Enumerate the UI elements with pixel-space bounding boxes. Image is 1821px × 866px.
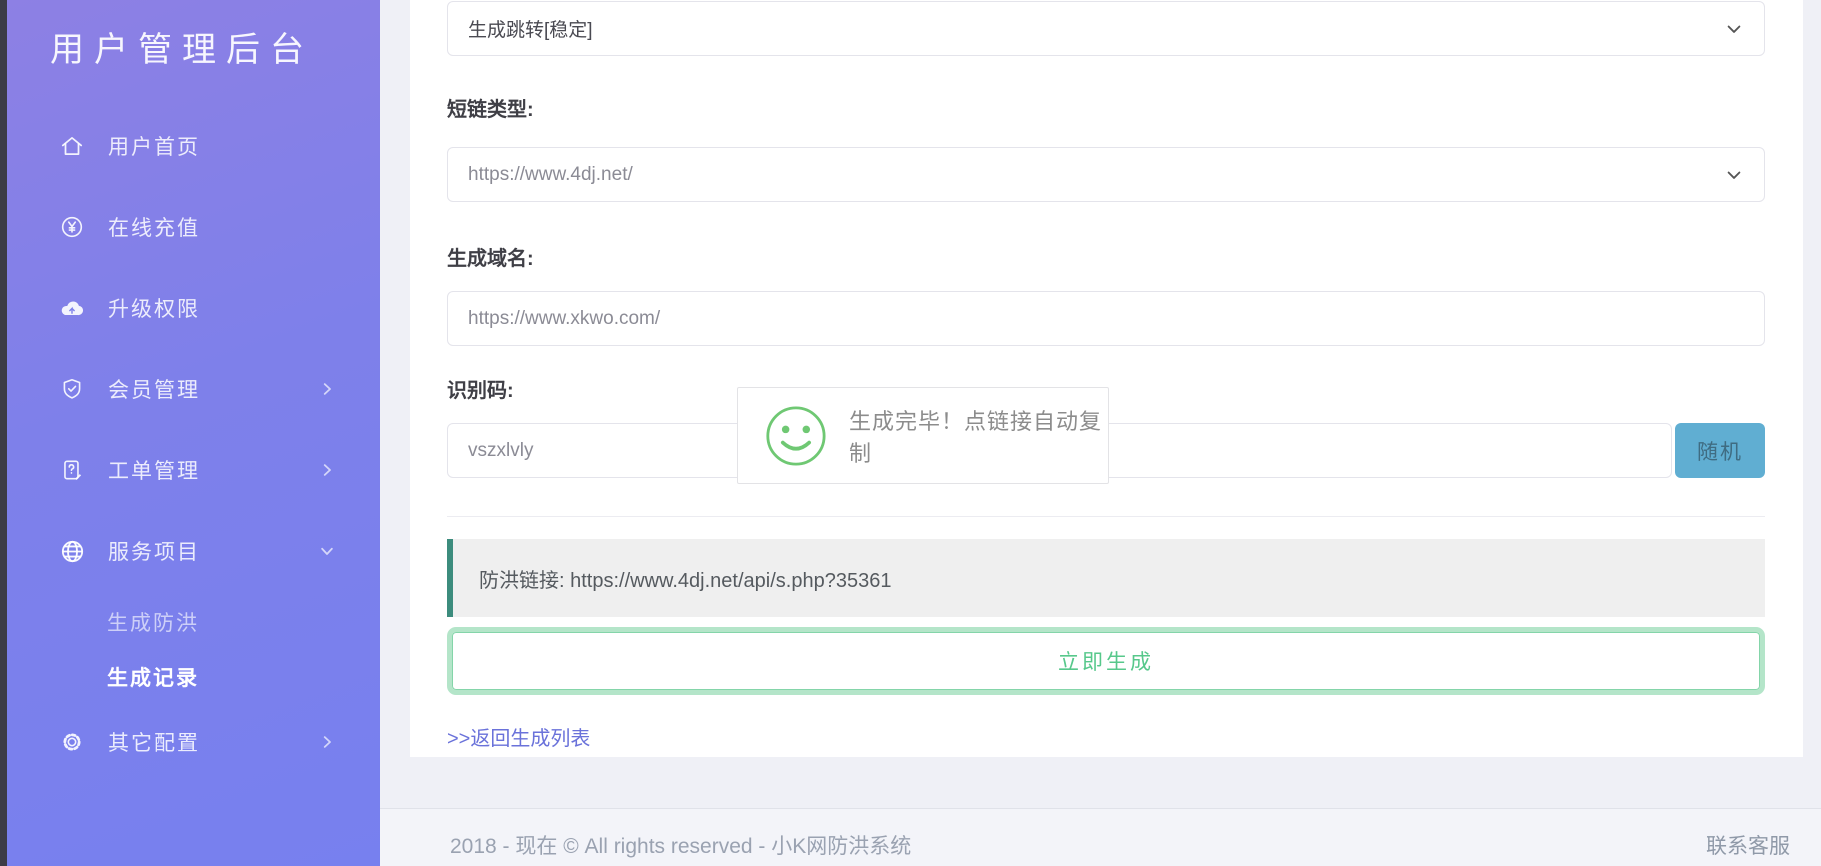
short-link-type-select[interactable]: https://www.4dj.net/ bbox=[447, 147, 1765, 202]
content-area: 生成跳转[稳定] 短链类型: https://www.4dj.net/ 生成域名… bbox=[380, 0, 1821, 808]
toast-message: 生成完毕！点链接自动复制 bbox=[848, 408, 1102, 466]
sidebar-item-upgrade[interactable]: 升级权限 bbox=[7, 284, 380, 332]
generate-mode-value: 生成跳转[稳定] bbox=[468, 20, 593, 41]
yen-circle-icon bbox=[58, 213, 86, 241]
flood-link-text[interactable]: 防洪链接: https://www.4dj.net/api/s.php?3536… bbox=[479, 564, 891, 593]
sidebar: 用户管理后台 用户首页 在线充值 升级权限 会员管理 工单管理 服务项目 生成防… bbox=[7, 0, 380, 866]
sidebar-item-other-config[interactable]: 其它配置 bbox=[7, 718, 380, 766]
random-button[interactable]: 随机 bbox=[1675, 423, 1765, 478]
gear-icon bbox=[58, 728, 86, 756]
sidebar-item-label: 服务项目 bbox=[108, 541, 200, 564]
contact-support-link[interactable]: 联系客服 bbox=[1706, 830, 1790, 866]
chevron-right-icon bbox=[318, 461, 336, 479]
sidebar-subitem-label: 生成记录 bbox=[107, 667, 199, 690]
generate-now-button[interactable]: 立即生成 bbox=[447, 627, 1765, 695]
sidebar-subitem-generate-flood[interactable]: 生成防洪 bbox=[7, 608, 380, 636]
generate-mode-select[interactable]: 生成跳转[稳定] bbox=[447, 1, 1765, 56]
back-to-list-link[interactable]: >>返回生成列表 bbox=[447, 722, 590, 751]
sidebar-item-label: 在线充值 bbox=[108, 217, 200, 240]
chevron-right-icon bbox=[318, 733, 336, 751]
sidebar-item-home[interactable]: 用户首页 bbox=[7, 122, 380, 170]
flood-link-alert[interactable]: 防洪链接: https://www.4dj.net/api/s.php?3536… bbox=[447, 539, 1765, 617]
section-divider bbox=[447, 516, 1765, 517]
sidebar-item-label: 会员管理 bbox=[108, 379, 200, 402]
sidebar-item-services[interactable]: 服务项目 bbox=[7, 527, 380, 575]
form-card: 生成跳转[稳定] 短链类型: https://www.4dj.net/ 生成域名… bbox=[410, 0, 1803, 757]
sidebar-item-members[interactable]: 会员管理 bbox=[7, 365, 380, 413]
shield-check-icon bbox=[58, 375, 86, 403]
app-title: 用户管理后台 bbox=[50, 31, 314, 69]
sidebar-item-label: 用户首页 bbox=[108, 136, 200, 159]
ticket-doc-icon bbox=[58, 456, 86, 484]
footer: 2018 - 现在 © All rights reserved - 小K网防洪系… bbox=[380, 808, 1821, 866]
home-icon bbox=[58, 132, 86, 160]
main-area: 生成跳转[稳定] 短链类型: https://www.4dj.net/ 生成域名… bbox=[380, 0, 1821, 866]
domain-label: 生成域名: bbox=[447, 248, 534, 270]
domain-input[interactable] bbox=[447, 291, 1765, 346]
sidebar-item-label: 其它配置 bbox=[108, 732, 200, 755]
sidebar-subitem-generate-records[interactable]: 生成记录 bbox=[7, 663, 380, 691]
window-edge-strip bbox=[0, 0, 7, 866]
sidebar-item-recharge[interactable]: 在线充值 bbox=[7, 203, 380, 251]
globe-icon bbox=[58, 537, 86, 565]
chevron-down-icon bbox=[1727, 171, 1741, 179]
chevron-right-icon bbox=[318, 380, 336, 398]
smiley-icon bbox=[766, 405, 826, 466]
short-link-type-label: 短链类型: bbox=[447, 99, 534, 121]
copyright-text: 2018 - 现在 © All rights reserved - 小K网防洪系… bbox=[450, 835, 912, 858]
success-toast: 生成完毕！点链接自动复制 bbox=[737, 387, 1109, 484]
chevron-down-icon bbox=[318, 542, 336, 560]
sidebar-item-label: 升级权限 bbox=[108, 298, 200, 321]
chevron-down-icon bbox=[1727, 25, 1741, 33]
sidebar-item-label: 工单管理 bbox=[108, 460, 200, 483]
cloud-upload-icon bbox=[58, 294, 86, 322]
short-link-type-value: https://www.4dj.net/ bbox=[468, 163, 633, 185]
sidebar-item-tickets[interactable]: 工单管理 bbox=[7, 446, 380, 494]
sidebar-subitem-label: 生成防洪 bbox=[107, 612, 199, 635]
sidebar-menu: 用户首页 在线充值 升级权限 会员管理 工单管理 服务项目 生成防洪 生成记录 … bbox=[7, 71, 380, 766]
